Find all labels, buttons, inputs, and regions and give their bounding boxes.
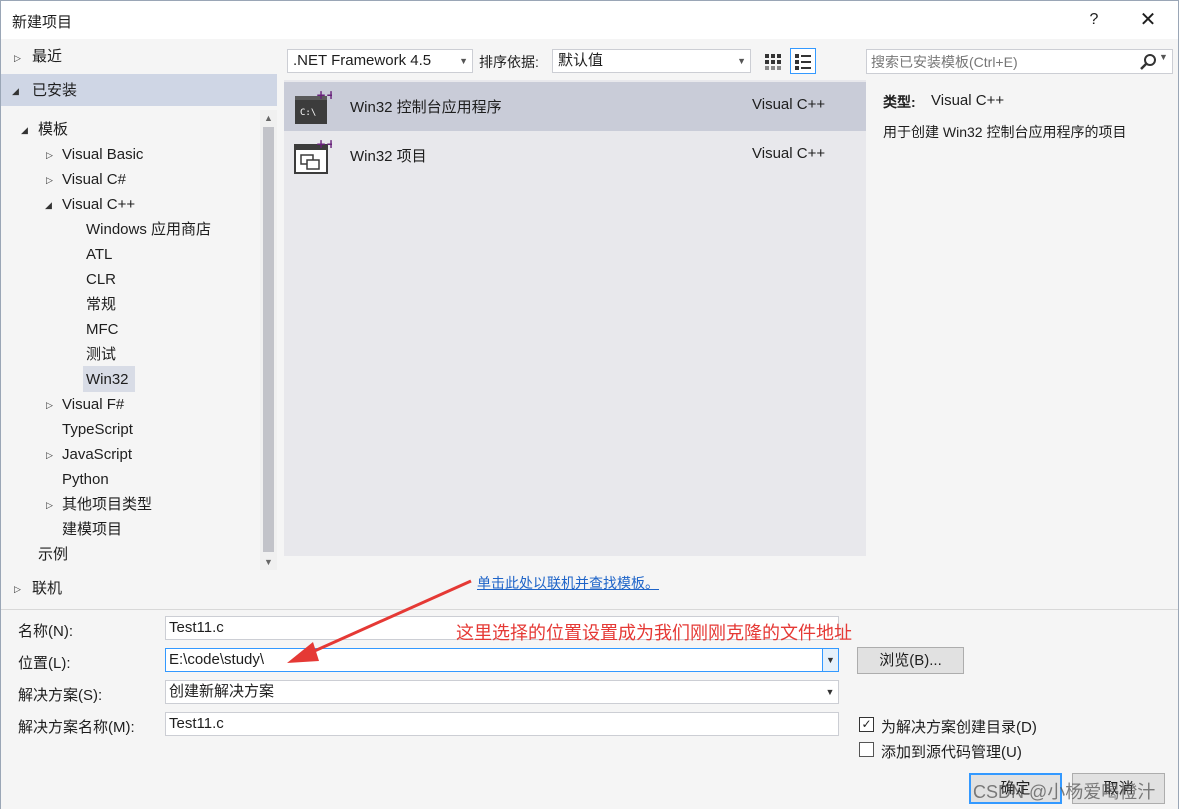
- list-view-button[interactable]: [790, 48, 816, 74]
- tree-item-mfc[interactable]: MFC: [86, 318, 119, 342]
- sort-label: 排序依据:: [479, 54, 539, 70]
- template-description-pane: 类型: Visual C++ 用于创建 Win32 控制台应用程序的项目: [871, 80, 1176, 556]
- template-name: Win32 控制台应用程序: [350, 99, 502, 116]
- csdn-watermark: CSDN @小杨爱喝橙汁: [973, 782, 1156, 802]
- location-value: E:\code\study\: [169, 651, 265, 668]
- solution-name-field[interactable]: Test11.c: [165, 712, 839, 736]
- collapsed-arrow-icon[interactable]: ▷: [46, 499, 56, 511]
- chevron-down-icon[interactable]: ▼: [822, 649, 838, 671]
- location-field[interactable]: E:\code\study\ ▼: [165, 648, 839, 672]
- collapsed-arrow-icon[interactable]: ▷: [46, 174, 56, 186]
- browse-button[interactable]: 浏览(B)...: [857, 647, 964, 674]
- tree-item-test[interactable]: 测试: [86, 343, 116, 367]
- chevron-down-icon: ▼: [737, 56, 746, 66]
- tree-item-javascript[interactable]: JavaScript: [62, 443, 132, 467]
- list-view-icon: [795, 54, 811, 70]
- svg-text:C:\: C:\: [300, 108, 316, 118]
- template-search-box[interactable]: ▼: [866, 49, 1173, 74]
- source-control-label: 添加到源代码管理(U): [881, 744, 1022, 761]
- description-text: 用于创建 Win32 控制台应用程序的项目: [883, 124, 1127, 140]
- search-icon[interactable]: [1139, 53, 1157, 71]
- create-directory-label: 为解决方案创建目录(D): [881, 719, 1037, 736]
- template-language: Visual C++: [752, 145, 826, 162]
- scrollbar-thumb[interactable]: [263, 127, 274, 552]
- template-list: C:\ ++ Win32 控制台应用程序 Visual C++ ++ Win32…: [284, 80, 866, 556]
- source-control-checkbox[interactable]: [859, 742, 874, 757]
- framework-value: .NET Framework 4.5: [293, 52, 432, 69]
- console-app-icon: C:\ ++: [295, 88, 332, 124]
- collapsed-arrow-icon[interactable]: ▷: [46, 399, 56, 411]
- tree-item-windows-store[interactable]: Windows 应用商店: [86, 218, 211, 242]
- sort-select[interactable]: 默认值 ▼: [552, 49, 751, 73]
- close-button[interactable]: ✕: [1133, 7, 1163, 33]
- template-language: Visual C++: [752, 96, 826, 113]
- collapsed-arrow-icon[interactable]: ▷: [46, 449, 56, 461]
- template-name: Win32 项目: [350, 148, 427, 165]
- location-label: 位置(L):: [18, 655, 71, 672]
- svg-text:++: ++: [316, 88, 332, 102]
- template-item-console-app[interactable]: C:\ ++ Win32 控制台应用程序 Visual C++: [284, 82, 866, 131]
- tree-item-visual-cpp[interactable]: Visual C++: [62, 193, 135, 217]
- grid-view-icon: [765, 54, 781, 70]
- tree-item-general[interactable]: 常规: [86, 293, 116, 317]
- expanded-arrow-icon[interactable]: ◢: [21, 124, 31, 136]
- new-project-dialog: 新建项目 ? ✕ ▷ 最近 ◢ 已安装 ◢ 模板 ▷ Visual Basic …: [0, 0, 1179, 809]
- name-label: 名称(N):: [18, 623, 73, 640]
- tree-item-visual-basic[interactable]: Visual Basic: [62, 143, 143, 167]
- collapsed-arrow-icon[interactable]: ▷: [46, 149, 56, 161]
- template-category-tree: ▷ 最近 ◢ 已安装 ◢ 模板 ▷ Visual Basic ▷ Visual …: [1, 39, 277, 609]
- template-item-win32-project[interactable]: ++ Win32 项目 Visual C++: [284, 131, 866, 180]
- framework-select[interactable]: .NET Framework 4.5 ▼: [287, 49, 473, 73]
- search-options-chevron-icon[interactable]: ▼: [1159, 52, 1168, 62]
- solution-select[interactable]: 创建新解决方案 ▼: [165, 680, 839, 704]
- chevron-down-icon: ▼: [825, 687, 835, 697]
- solution-label: 解决方案(S):: [18, 687, 103, 704]
- online-templates-link[interactable]: 单击此处以联机并查找模板。: [477, 573, 659, 593]
- type-value: Visual C++: [931, 92, 1005, 109]
- tree-item-win32[interactable]: Win32: [86, 368, 129, 392]
- type-key: 类型:: [883, 94, 916, 110]
- expanded-arrow-icon[interactable]: ◢: [12, 85, 22, 97]
- annotation-text: 这里选择的位置设置成为我们刚刚克隆的文件地址: [456, 623, 852, 643]
- project-name-value: Test11.c: [169, 619, 224, 636]
- tree-item-templates[interactable]: 模板: [38, 118, 68, 142]
- solution-value: 创建新解决方案: [169, 683, 275, 700]
- sort-value: 默认值: [558, 52, 604, 69]
- chevron-down-icon: ▼: [459, 56, 468, 66]
- tree-item-other-types[interactable]: 其他项目类型: [62, 493, 152, 517]
- expanded-arrow-icon[interactable]: ◢: [45, 199, 55, 211]
- tree-item-atl[interactable]: ATL: [86, 243, 112, 267]
- scroll-down-icon[interactable]: ▼: [260, 554, 277, 570]
- tree-item-online[interactable]: 联机: [32, 577, 62, 601]
- create-directory-checkbox[interactable]: ✓: [859, 717, 874, 732]
- tree-item-clr[interactable]: CLR: [86, 268, 116, 292]
- tree-item-installed[interactable]: 已安装: [32, 79, 77, 103]
- tree-item-modeling[interactable]: 建模项目: [62, 518, 122, 542]
- win32-project-icon: ++: [294, 137, 332, 174]
- tree-item-visual-csharp[interactable]: Visual C#: [62, 168, 126, 192]
- tree-scrollbar[interactable]: ▲ ▼: [260, 110, 277, 570]
- tree-item-typescript[interactable]: TypeScript: [62, 418, 133, 442]
- dialog-title: 新建项目: [12, 14, 73, 31]
- template-search-input[interactable]: [871, 52, 1131, 71]
- tree-item-samples[interactable]: 示例: [38, 543, 68, 567]
- small-icons-view-button[interactable]: [760, 48, 786, 74]
- tree-item-recent[interactable]: 最近: [32, 45, 62, 69]
- solution-name-label: 解决方案名称(M):: [18, 719, 135, 736]
- svg-text:++: ++: [316, 137, 332, 151]
- help-button[interactable]: ?: [1081, 7, 1107, 33]
- tree-item-visual-fsharp[interactable]: Visual F#: [62, 393, 124, 417]
- scroll-up-icon[interactable]: ▲: [260, 110, 277, 126]
- collapsed-arrow-icon[interactable]: ▷: [14, 583, 24, 595]
- title-bar: 新建项目 ? ✕: [1, 1, 1178, 39]
- collapsed-arrow-icon[interactable]: ▷: [14, 52, 24, 64]
- tree-item-python[interactable]: Python: [62, 468, 109, 492]
- solution-name-value: Test11.c: [169, 715, 224, 732]
